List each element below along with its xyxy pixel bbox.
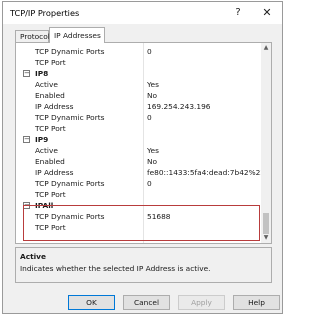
cancel-button[interactable]: Cancel — [123, 295, 170, 310]
tab-ip-addresses[interactable]: IP Addresses — [49, 27, 105, 43]
property-row[interactable]: Active Yes — [16, 79, 262, 90]
property-name: Enabled — [35, 91, 65, 100]
property-name: TCP Dynamic Ports — [35, 47, 105, 56]
collapse-icon[interactable]: − — [23, 202, 30, 209]
property-row[interactable]: TCP Port — [16, 123, 262, 134]
property-name: TCP Port — [35, 124, 66, 133]
property-name: TCP Port — [35, 223, 66, 232]
property-name: TCP Dynamic Ports — [35, 179, 105, 188]
property-name: Active — [35, 146, 58, 155]
property-value[interactable]: 0 — [147, 46, 152, 57]
property-value[interactable]: Yes — [147, 145, 159, 156]
collapse-icon[interactable]: − — [23, 136, 30, 143]
property-name: TCP Port — [35, 190, 66, 199]
group-label: IP9 — [35, 135, 49, 144]
dialog-title: TCP/IP Properties — [10, 8, 80, 18]
tcpip-properties-dialog: TCP/IP Properties ? ✕ Protocol IP Addres… — [2, 1, 283, 314]
close-icon[interactable]: ✕ — [260, 6, 274, 20]
property-rows: TCP Dynamic Ports 0 TCP Port − IP8 Active Yes E… — [16, 46, 265, 233]
property-value[interactable]: 169.254.243.196 — [147, 101, 210, 112]
group-header-row[interactable]: − IP9 — [16, 134, 262, 145]
property-row[interactable]: IP Address 169.254.243.196 — [16, 101, 262, 112]
group-label: IP8 — [35, 69, 49, 78]
property-row[interactable]: TCP Port — [16, 222, 262, 233]
property-row[interactable]: TCP Port — [16, 189, 262, 200]
description-box: Active Indicates whether the selected IP… — [15, 247, 272, 283]
property-value[interactable]: 51688 — [147, 211, 171, 222]
ok-button[interactable]: OK — [68, 295, 115, 310]
description-text: Indicates whether the selected IP Addres… — [20, 264, 211, 273]
group-header-row[interactable]: − IP8 — [16, 68, 262, 79]
group-label: IPAll — [35, 201, 54, 210]
property-value[interactable]: Yes — [147, 79, 159, 90]
help-icon[interactable]: ? — [231, 6, 245, 20]
scroll-up-icon[interactable]: ▲ — [261, 43, 271, 53]
property-row[interactable]: Enabled No — [16, 156, 262, 167]
property-name: Active — [35, 80, 58, 89]
property-name: TCP Dynamic Ports — [35, 212, 105, 221]
property-row[interactable]: TCP Port — [16, 57, 262, 68]
property-name: TCP Dynamic Ports — [35, 113, 105, 122]
vertical-scrollbar[interactable]: ▲ ▼ — [261, 43, 271, 243]
property-row[interactable]: TCP Dynamic Ports 0 — [16, 46, 262, 57]
column-divider[interactable] — [143, 43, 144, 243]
property-name: IP Address — [35, 168, 74, 177]
property-row[interactable]: TCP Dynamic Ports 0 — [16, 112, 262, 123]
property-row[interactable]: TCP Dynamic Ports 51688 — [16, 211, 262, 222]
property-value[interactable]: 0 — [147, 178, 152, 189]
property-value[interactable]: fe80::1433:5fa4:dead:7b42%22 — [147, 167, 265, 178]
property-name: TCP Port — [35, 58, 66, 67]
scroll-thumb[interactable] — [263, 213, 269, 234]
property-name: IP Address — [35, 102, 74, 111]
tab-protocol[interactable]: Protocol — [15, 30, 50, 42]
collapse-icon[interactable]: − — [23, 70, 30, 77]
property-name: Enabled — [35, 157, 65, 166]
scroll-down-icon[interactable]: ▼ — [261, 233, 271, 243]
property-row[interactable]: IP Address fe80::1433:5fa4:dead:7b42%22 — [16, 167, 265, 178]
help-button[interactable]: Help — [233, 295, 280, 310]
apply-button[interactable]: Apply — [178, 295, 225, 310]
description-title: Active — [20, 252, 46, 261]
property-row[interactable]: Enabled No — [16, 90, 262, 101]
property-row[interactable]: Active Yes — [16, 145, 262, 156]
group-header-row[interactable]: − IPAll — [16, 200, 262, 211]
title-bar: TCP/IP Properties ? ✕ — [3, 2, 282, 24]
property-value[interactable]: No — [147, 90, 157, 101]
property-grid: TCP Dynamic Ports 0 TCP Port − IP8 Active Yes E… — [15, 42, 272, 244]
property-value[interactable]: 0 — [147, 112, 152, 123]
property-value[interactable]: No — [147, 156, 157, 167]
property-row[interactable]: TCP Dynamic Ports 0 — [16, 178, 262, 189]
